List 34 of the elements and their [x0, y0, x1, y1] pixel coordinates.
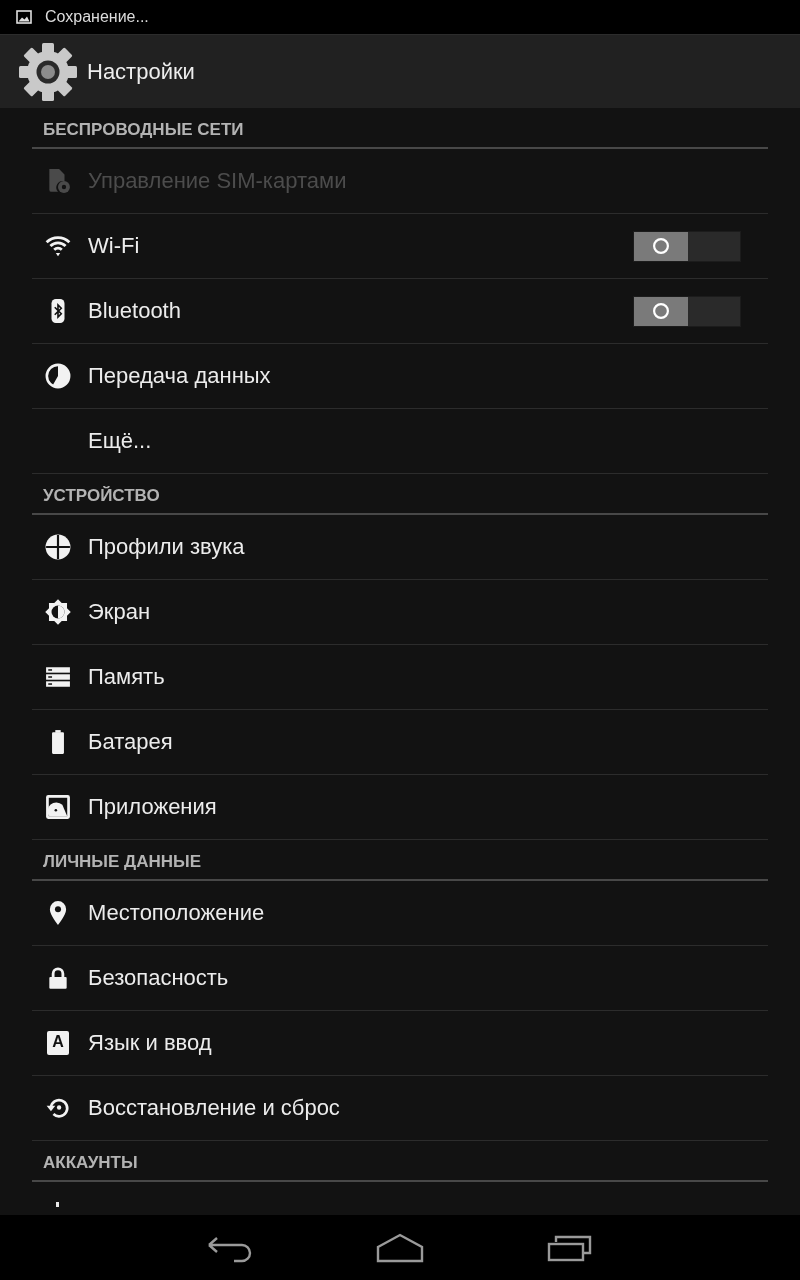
ring-icon	[653, 238, 669, 254]
setting-label[interactable]: Профили звука	[88, 534, 245, 560]
toggle-switch[interactable]	[633, 230, 741, 262]
section-header: АККАУНТЫ	[43, 1152, 138, 1173]
pie-chart-icon	[45, 363, 71, 389]
quartered-circle-icon	[45, 534, 71, 560]
ring-icon	[653, 303, 669, 319]
wifi-icon	[45, 233, 71, 259]
storage-icon	[45, 664, 71, 690]
setting-label[interactable]: Безопасность	[88, 965, 229, 991]
brightness-icon	[45, 599, 71, 625]
setting-label[interactable]: Передача данных	[88, 363, 271, 389]
keyboard-key-icon: A	[47, 1031, 69, 1055]
section-header: БЕСПРОВОДНЫЕ СЕТИ	[43, 119, 244, 140]
setting-label[interactable]: Ещё...	[88, 428, 152, 454]
image-icon	[16, 10, 32, 24]
section-header: УСТРОЙСТВО	[43, 485, 160, 506]
home-icon[interactable]	[376, 1231, 424, 1264]
gear-icon	[18, 41, 78, 102]
app-title: Настройки	[87, 58, 195, 85]
partial-icon	[56, 1202, 59, 1207]
toggle-switch[interactable]	[633, 295, 741, 327]
setting-label[interactable]: Bluetooth	[88, 298, 181, 324]
notification-text: Сохранение...	[45, 8, 149, 26]
setting-label[interactable]: Память	[88, 664, 165, 690]
app-tile-icon	[45, 794, 71, 820]
setting-label[interactable]: Язык и ввод	[88, 1030, 212, 1056]
setting-label[interactable]: Wi-Fi	[88, 233, 140, 259]
setting-label[interactable]: Приложения	[88, 794, 217, 820]
section-header: ЛИЧНЫЕ ДАННЫЕ	[43, 851, 201, 872]
setting-label[interactable]: Местоположение	[88, 900, 265, 926]
setting-label[interactable]: Восстановление и сброс	[88, 1095, 340, 1121]
setting-label[interactable]: Экран	[88, 599, 151, 625]
setting-label[interactable]: Батарея	[88, 729, 173, 755]
